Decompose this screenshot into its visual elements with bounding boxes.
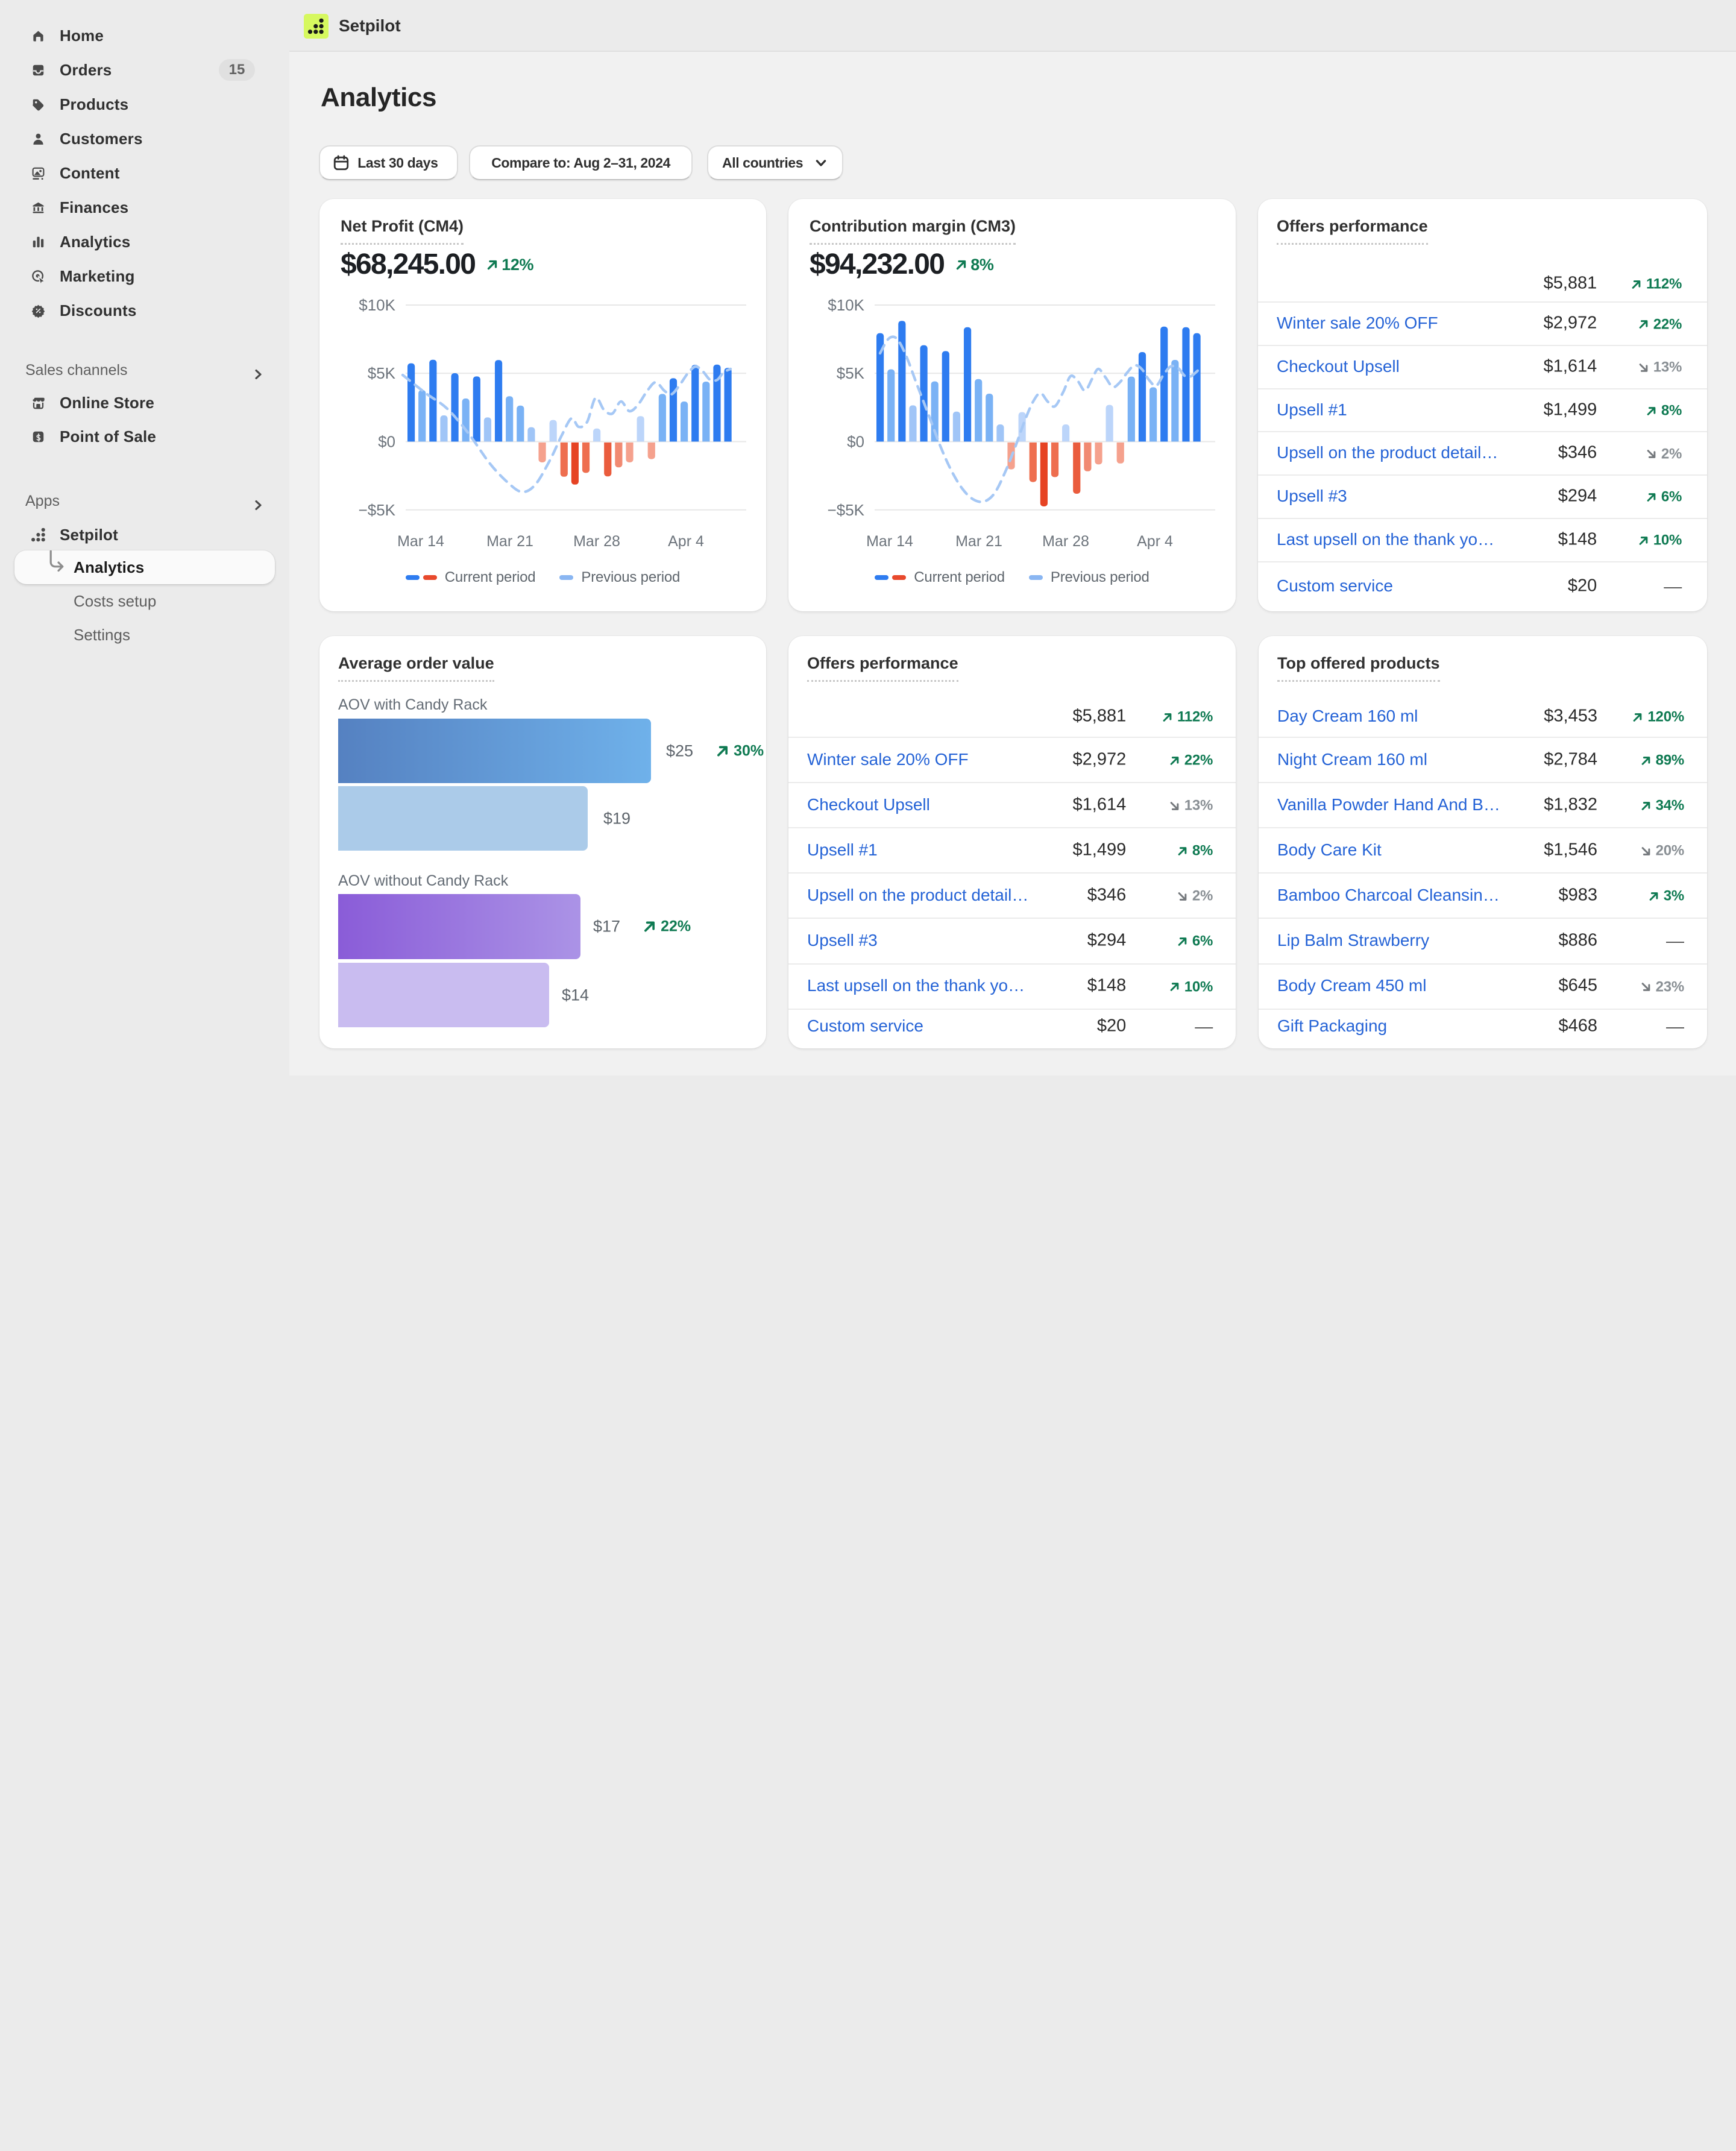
svg-text:$5K: $5K <box>368 364 396 382</box>
svg-text:$5K: $5K <box>837 364 865 382</box>
svg-text:−$5K: −$5K <box>828 501 865 519</box>
svg-text:Apr 4: Apr 4 <box>1137 533 1173 550</box>
svg-text:Apr 4: Apr 4 <box>668 533 704 550</box>
svg-text:Mar 21: Mar 21 <box>486 533 533 550</box>
svg-text:$0: $0 <box>847 433 864 451</box>
svg-text:Mar 28: Mar 28 <box>1042 533 1089 550</box>
svg-text:Mar 28: Mar 28 <box>573 533 620 550</box>
svg-text:Mar 21: Mar 21 <box>955 533 1002 550</box>
svg-text:$10K: $10K <box>828 296 864 314</box>
svg-text:−$5K: −$5K <box>359 501 396 519</box>
svg-text:$0: $0 <box>378 433 395 451</box>
svg-text:$10K: $10K <box>359 296 395 314</box>
svg-text:Mar 14: Mar 14 <box>866 533 913 550</box>
svg-text:Mar 14: Mar 14 <box>397 533 444 550</box>
